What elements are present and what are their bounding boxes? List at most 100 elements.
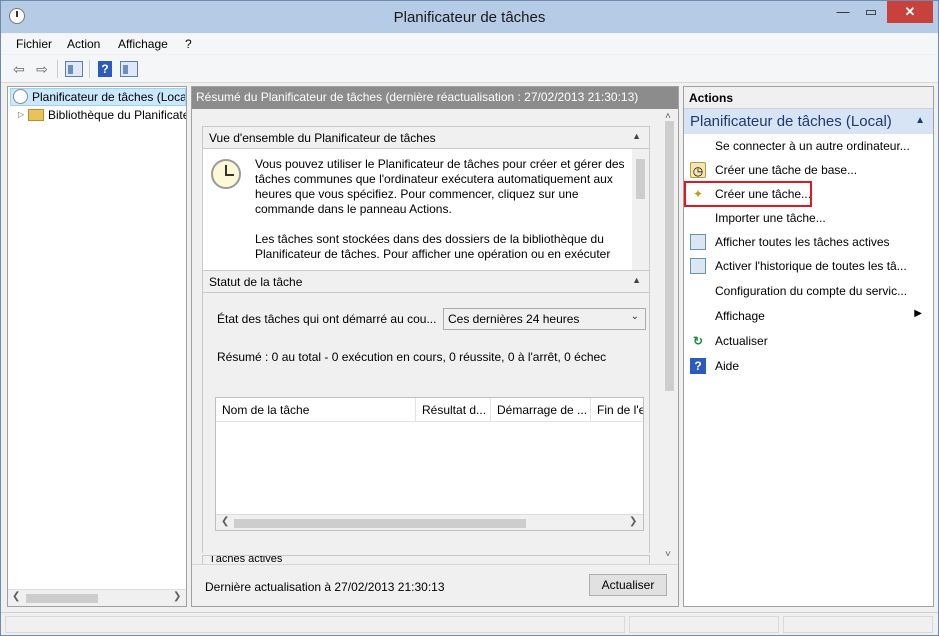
column-header[interactable]: Fin de l'e [591,398,643,422]
toolbar-separator [57,60,58,78]
maximize-button[interactable]: ▭ [857,1,885,23]
tree-item-root[interactable]: Planificateur de tâches (Local) [10,88,186,106]
overview-vertical-scrollbar[interactable] [632,149,649,275]
summary-vertical-scrollbar[interactable]: ˄ ˅ [661,109,678,564]
list-icon [690,234,706,250]
overview-paragraph-1: Vous pouvez utiliser le Planificateur de… [255,157,625,216]
clock-icon [13,89,28,105]
scrollbar-thumb[interactable] [636,159,645,199]
scroll-right-icon[interactable]: ❯ [173,591,181,602]
tree-item-label: Bibliothèque du Planificateur de tâches [48,107,186,122]
table-header: Nom de la tâche Résultat d... Démarrage … [216,398,643,422]
collapse-icon[interactable]: ▲ [632,275,641,285]
action-create-basic-task[interactable]: ◷ Créer une tâche de base... [688,159,930,181]
status-cell [5,616,625,633]
show-hide-console-tree-icon [65,61,83,77]
help-toolbar-button[interactable]: ? [95,59,115,79]
overview-paragraph-2: Les tâches sont stockées dans des dossie… [255,232,611,261]
action-show-active-tasks[interactable]: Afficher toutes les tâches actives [688,231,930,253]
action-label: Actualiser [715,334,768,348]
actions-group-header[interactable]: Planificateur de tâches (Local) ▲ [684,109,933,134]
basic-task-icon: ◷ [690,162,706,178]
overview-header[interactable]: Vue d'ensemble du Planificateur de tâche… [203,127,649,149]
action-refresh[interactable]: ↻ Actualiser [688,330,930,352]
toolbar-separator [89,60,90,78]
scrollbar-thumb[interactable] [234,519,526,528]
forward-button[interactable]: ⇨ [32,59,52,79]
summary-footer: Dernière actualisation à 27/02/2013 21:3… [192,564,678,606]
summary-header: Résumé du Planificateur de tâches (derni… [192,87,678,109]
overview-text: Vous pouvez utiliser le Planificateur de… [255,157,630,275]
task-status-body: État des tâches qui ont démarré au cou..… [203,293,649,553]
show-hide-action-pane-icon [120,61,138,77]
actions-group-title: Planificateur de tâches (Local) [690,113,892,130]
menu-action[interactable]: Action [67,37,100,51]
scroll-left-icon[interactable]: ❮ [221,516,229,527]
column-header[interactable]: Résultat d... [416,398,491,422]
action-label: Configuration du compte du servic... [715,284,908,298]
collapse-icon[interactable]: ▲ [632,131,641,141]
active-tasks-header[interactable]: Tâches actives [203,556,649,564]
actions-pane: Actions Planificateur de tâches (Local) … [683,86,934,607]
title-bar: Planificateur de tâches — ▭ ✕ [1,1,938,33]
summary-content: Vue d'ensemble du Planificateur de tâche… [192,109,678,564]
active-tasks-title: Tâches actives [209,556,283,564]
menu-fichier[interactable]: Fichier [16,37,52,51]
status-period-select[interactable]: Ces dernières 24 heures ⌄ [443,308,646,330]
app-window: Planificateur de tâches — ▭ ✕ Fichier Ac… [0,0,939,636]
back-button[interactable]: ⇦ [9,59,29,79]
help-icon: ? [690,358,706,374]
help-icon: ? [98,61,112,77]
action-label: Aide [715,359,740,373]
task-status-section: Statut de la tâche ▲ État des tâches qui… [202,270,650,553]
scrollbar-thumb[interactable] [665,121,674,391]
action-enable-history[interactable]: Activer l'historique de toutes les tâ... [688,255,930,277]
action-label: Importer une tâche... [715,211,826,225]
show-action-pane-button[interactable] [119,59,139,79]
task-status-title: Statut de la tâche [209,275,303,289]
scroll-down-icon[interactable]: ˅ [665,549,671,560]
action-label: Afficher toutes les tâches actives [715,235,890,249]
action-connect-computer[interactable]: Se connecter à un autre ordinateur... [688,135,930,157]
column-header[interactable]: Démarrage de ... [491,398,591,422]
scrollbar-thumb[interactable] [26,594,98,603]
summary-pane: Résumé du Planificateur de tâches (derni… [191,86,679,607]
toolbar: ⇦ ⇨ ? [1,55,938,83]
show-tree-button[interactable] [64,59,84,79]
action-help[interactable]: ? Aide [688,355,930,377]
expand-icon[interactable]: ▷ [18,110,28,119]
overview-title: Vue d'ensemble du Planificateur de tâche… [209,131,436,145]
actions-title: Actions [684,87,933,109]
task-status-header[interactable]: Statut de la tâche ▲ [203,271,649,293]
menu-affichage[interactable]: Affichage [118,37,168,51]
status-period-value: Ces dernières 24 heures [448,312,580,326]
status-period-label: État des tâches qui ont démarré au cou..… [217,312,437,326]
chevron-down-icon: ⌄ [630,311,639,322]
action-service-account-config[interactable]: Configuration du compte du servic... [688,280,930,302]
action-label: Se connecter à un autre ordinateur... [715,139,910,153]
status-summary: Résumé : 0 au total - 0 exécution en cou… [217,350,607,364]
action-label: Affichage [715,309,765,323]
close-button[interactable]: ✕ [887,1,933,23]
scroll-left-icon[interactable]: ❮ [12,591,20,602]
status-cell [629,616,779,633]
refresh-button[interactable]: Actualiser [589,574,667,596]
collapse-icon[interactable]: ▲ [915,115,925,126]
minimize-button[interactable]: — [829,1,857,23]
tree-horizontal-scrollbar[interactable]: ❮ ❯ [8,589,186,606]
console-tree: Planificateur de tâches (Local) ▷ Bibliot… [7,86,187,607]
action-label: Créer une tâche de base... [715,163,858,177]
action-label: Activer l'historique de toutes les tâ... [715,259,907,273]
action-view-submenu[interactable]: Affichage ▶ [688,305,930,327]
tree-item-library[interactable]: ▷ Bibliothèque du Planificateur de tâches [10,107,186,125]
window-title: Planificateur de tâches [393,9,546,26]
task-status-table: Nom de la tâche Résultat d... Démarrage … [215,397,644,531]
overview-section: Vue d'ensemble du Planificateur de tâche… [202,126,650,276]
table-horizontal-scrollbar[interactable]: ❮ ❯ [216,514,643,530]
scroll-right-icon[interactable]: ❯ [629,516,637,527]
last-refresh-text: Dernière actualisation à 27/02/2013 21:3… [205,580,445,594]
column-header[interactable]: Nom de la tâche [216,398,416,422]
menu-help[interactable]: ? [185,37,192,51]
tree-item-label: Planificateur de tâches (Local) [32,89,186,104]
action-import-task[interactable]: Importer une tâche... [688,207,930,229]
